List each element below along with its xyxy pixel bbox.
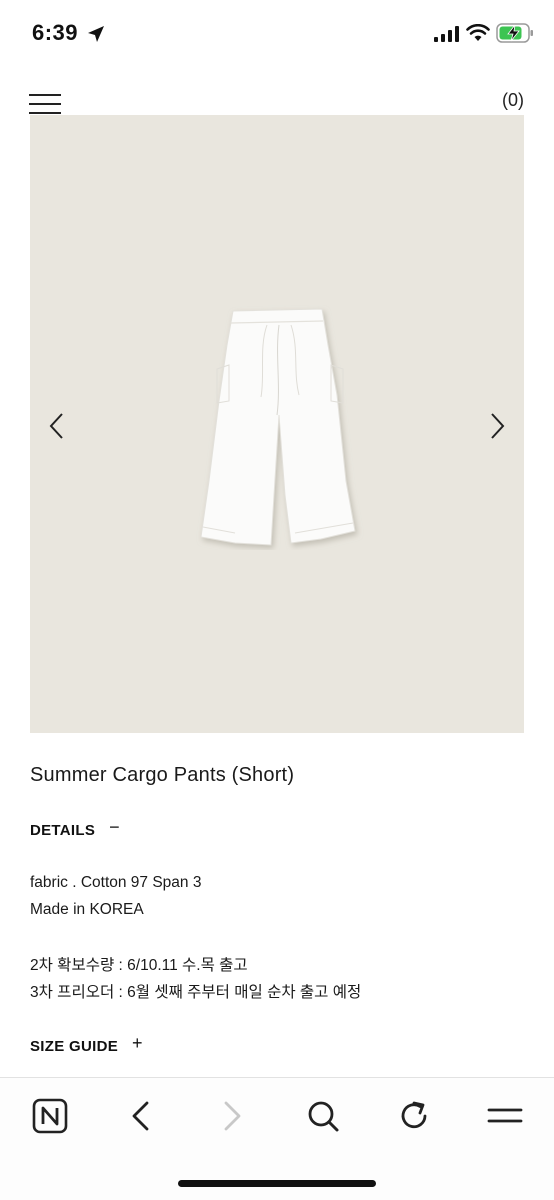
chevron-right-icon[interactable] [487,412,507,440]
detail-fabric: fabric . Cotton 97 Span 3 [30,874,202,891]
status-time: 6:39 [32,20,79,45]
collapse-icon: − [109,817,120,837]
product-image-gallery[interactable] [30,115,524,733]
forward-icon[interactable] [212,1096,252,1136]
product-photo [200,308,356,546]
wifi-icon [466,24,490,41]
details-toggle[interactable]: DETAILS − [30,817,120,841]
cart-count[interactable]: (0) [502,90,524,111]
size-guide-label: SIZE GUIDE [30,1038,119,1055]
naver-n-icon[interactable] [30,1096,70,1136]
detail-preorder-3: 3차 프리오더 : 6월 셋째 주부터 매일 순차 출고 예정 [30,984,362,1001]
hamburger-menu-icon[interactable] [29,92,61,116]
back-icon[interactable] [121,1096,161,1136]
expand-icon: + [132,1033,143,1053]
refresh-icon[interactable] [394,1096,434,1136]
home-indicator [178,1180,376,1187]
signal-icon [434,26,459,42]
location-arrow-icon [88,26,104,42]
chevron-left-icon[interactable] [47,412,67,440]
status-bar: 6:39 [0,0,554,70]
detail-restock-2: 2차 확보수량 : 6/10.11 수.목 출고 [30,957,248,974]
details-label: DETAILS [30,822,96,839]
menu-icon[interactable] [485,1096,525,1136]
search-icon[interactable] [303,1096,343,1136]
size-guide-toggle[interactable]: SIZE GUIDE + [30,1033,143,1057]
battery-charging-icon [496,23,533,43]
product-title: Summer Cargo Pants (Short) [30,764,295,786]
detail-origin: Made in KOREA [30,901,144,918]
